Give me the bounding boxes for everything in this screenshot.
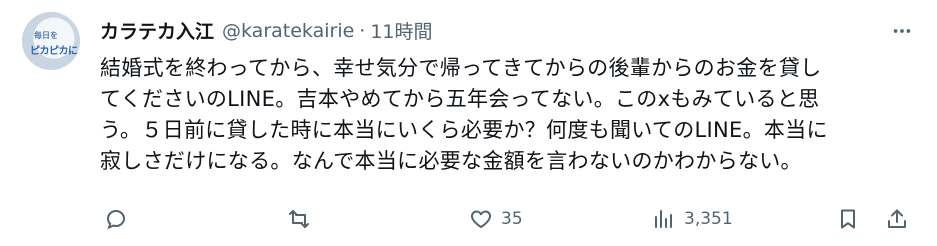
like-count: 35 — [501, 209, 523, 229]
tweet-text: 結婚式を終わってから、幸せ気分で帰ってきてからの後輩からのお金を貸し てください… — [100, 53, 920, 177]
views-button[interactable]: 3,351 — [652, 203, 733, 235]
tweet-text-line: 結婚式を終わってから、幸せ気分で帰ってきてからの後輩からのお金を貸し — [100, 56, 822, 80]
tweet-text-line: てくださいのLINE。吉本やめてから五年会ってない。このxもみていると思 — [100, 87, 820, 111]
tweet-text-line: う。５日前に貸した時に本当にいくら必要か？何度も聞いてのLINE。本当に — [100, 118, 828, 142]
share-icon — [888, 209, 906, 228]
bookmark-icon — [841, 209, 855, 229]
reply-button[interactable] — [104, 203, 136, 235]
views-icon — [655, 210, 672, 228]
tweet-header: カラテカ入江 @karatekairie · 11時間 — [100, 17, 433, 44]
user-handle[interactable]: @karatekairie — [222, 20, 354, 42]
timestamp[interactable]: 11時間 — [370, 17, 432, 44]
reply-icon — [106, 209, 126, 230]
avatar-image — [22, 12, 80, 70]
display-name[interactable]: カラテカ入江 — [100, 17, 214, 44]
separator-dot: · — [359, 19, 366, 42]
more-icon — [893, 29, 911, 33]
retweet-button[interactable] — [287, 203, 319, 235]
tweet-actions: 35 3,351 — [0, 203, 937, 235]
avatar-text-main: ピカピカに — [30, 46, 78, 57]
tweet-text-line: 寂しさだけになる。なんで本当に必要な金額を言わないのかわからない。 — [100, 149, 802, 173]
views-count: 3,351 — [684, 209, 733, 229]
more-button[interactable] — [891, 20, 913, 42]
heart-icon — [471, 210, 491, 228]
like-button[interactable]: 35 — [469, 203, 523, 235]
avatar[interactable]: 毎日を ピカピカに — [22, 12, 80, 70]
bookmark-button[interactable] — [836, 203, 860, 235]
retweet-icon — [289, 210, 309, 228]
avatar-text-top: 毎日を — [34, 31, 58, 40]
share-button[interactable] — [885, 203, 909, 235]
